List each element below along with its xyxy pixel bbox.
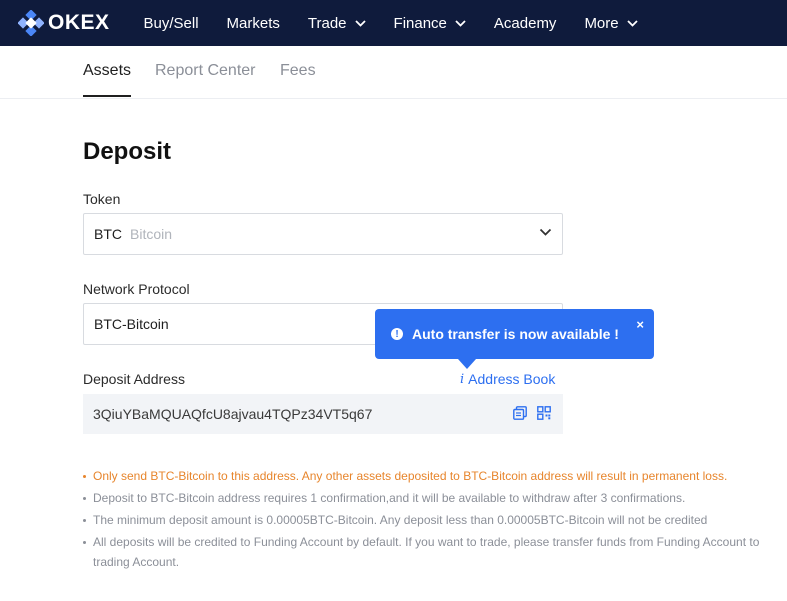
chevron-down-icon: [354, 19, 366, 27]
nav-trade-label: Trade: [307, 14, 347, 32]
okex-logo[interactable]: OKEX: [18, 10, 110, 36]
chevron-down-icon: [455, 19, 466, 27]
deposit-notes: Only send BTC-Bitcoin to this address. A…: [83, 466, 787, 572]
tab-assets[interactable]: Assets: [83, 62, 131, 80]
tooltip-text: Auto transfer is now available !: [412, 326, 619, 342]
deposit-address-label: Deposit Address: [83, 371, 185, 387]
token-name: Bitcoin: [130, 226, 173, 242]
chevron-down-icon: [539, 228, 552, 236]
nav-more-label: More: [584, 14, 619, 32]
nav-buy-sell[interactable]: Buy/Sell: [130, 0, 213, 46]
tab-fees[interactable]: Fees: [280, 62, 316, 80]
nav-more[interactable]: More: [570, 0, 651, 46]
network-protocol-value: BTC-Bitcoin: [94, 316, 169, 332]
address-book-link[interactable]: i Address Book: [460, 371, 555, 387]
address-actions: [513, 406, 551, 420]
note-minimum-deposit: The minimum deposit amount is 0.00005BTC…: [83, 510, 787, 530]
close-icon[interactable]: ×: [636, 317, 644, 332]
top-nav: OKEX Buy/Sell Markets Trade Finance Acad…: [0, 0, 787, 46]
active-tab-indicator: [83, 95, 131, 97]
page-title: Deposit: [83, 138, 172, 165]
sub-tabs: Assets Report Center Fees: [0, 46, 787, 99]
note-confirmations: Deposit to BTC-Bitcoin address requires …: [83, 488, 787, 508]
tooltip-arrow: [458, 359, 476, 369]
alert-icon: !: [391, 328, 403, 340]
note-funding-account: All deposits will be credited to Funding…: [83, 532, 787, 572]
tab-report-center[interactable]: Report Center: [155, 62, 256, 80]
token-select[interactable]: BTC Bitcoin: [83, 213, 563, 255]
note-warning: Only send BTC-Bitcoin to this address. A…: [83, 466, 787, 486]
qr-code-icon[interactable]: [537, 406, 551, 420]
info-icon: i: [460, 371, 465, 387]
auto-transfer-tooltip: ! Auto transfer is now available ! ×: [375, 309, 654, 369]
token-label: Token: [83, 191, 121, 207]
okex-logo-icon: [18, 10, 44, 36]
network-protocol-label: Network Protocol: [83, 281, 190, 297]
nav-finance[interactable]: Finance: [380, 0, 480, 46]
nav-buy-sell-label: Buy/Sell: [143, 14, 199, 32]
token-symbol: BTC: [94, 226, 122, 242]
nav-academy-label: Academy: [493, 14, 557, 32]
chevron-down-icon: [626, 19, 638, 27]
address-book-label: Address Book: [468, 371, 556, 387]
deposit-address-value: 3QiuYBaMQUAQfcU8ajvau4TQPz34VT5q67: [93, 406, 373, 422]
brand-name: OKEX: [48, 11, 110, 34]
nav-trade[interactable]: Trade: [294, 0, 380, 46]
nav-markets-label: Markets: [226, 14, 280, 32]
copy-icon[interactable]: [513, 406, 527, 420]
deposit-address-box: 3QiuYBaMQUAQfcU8ajvau4TQPz34VT5q67: [83, 394, 563, 434]
nav-academy[interactable]: Academy: [480, 0, 571, 46]
nav-finance-label: Finance: [393, 14, 447, 32]
nav-markets[interactable]: Markets: [213, 0, 294, 46]
